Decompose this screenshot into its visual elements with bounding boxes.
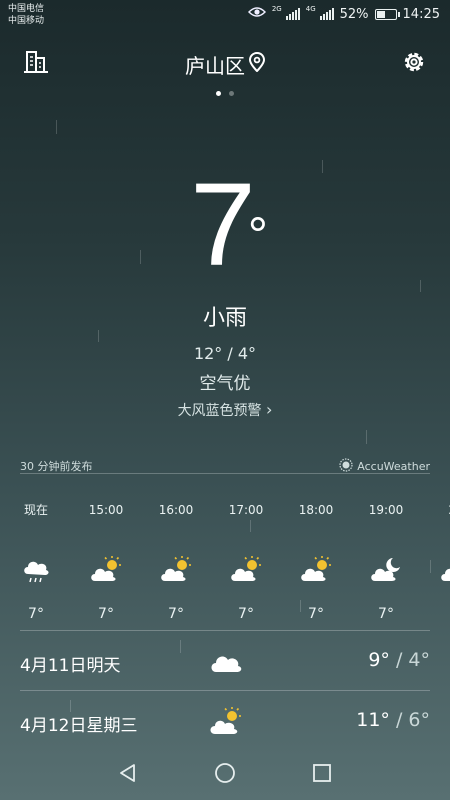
location-name: 庐山区: [185, 54, 245, 78]
clock: 14:25: [402, 6, 440, 22]
home-button[interactable]: [210, 760, 240, 790]
rain-streak: [56, 120, 57, 134]
top-bar: 庐山区: [0, 44, 450, 84]
location-title[interactable]: 庐山区: [0, 50, 450, 79]
settings-button[interactable]: [398, 48, 430, 80]
daily-day: 4月12日星期三: [20, 716, 138, 736]
hour-item: 18:00 7°: [286, 500, 346, 620]
current-temperature: 7°: [0, 160, 450, 290]
alert-text: 大风蓝色预警: [177, 403, 262, 419]
provider-name: AccuWeather: [357, 460, 430, 473]
hour-time: 19:00: [368, 503, 404, 517]
hour-temp: 7°: [28, 606, 44, 620]
back-button[interactable]: [113, 760, 143, 790]
daily-low: 6°: [408, 709, 430, 731]
partly-sunny-icon: [146, 550, 206, 590]
status-icons: 2G 4G 52% 14:25: [247, 5, 440, 22]
partly-sunny-icon: [216, 550, 276, 590]
page-dot-active: [216, 91, 221, 96]
daily-low: 4°: [408, 649, 430, 671]
hour-time: 20: [426, 500, 450, 520]
hour-temp: 7°: [308, 606, 324, 620]
daily-day: 4月11日明天: [20, 656, 121, 676]
recents-button[interactable]: [307, 760, 337, 790]
daily-high: 11°: [356, 709, 390, 731]
network-type-1: 2G: [271, 5, 282, 13]
degree-symbol: °: [247, 207, 268, 263]
rain-streak: [366, 430, 367, 444]
network-type-2: 4G: [305, 5, 316, 13]
hour-temp: 7°: [238, 606, 254, 620]
page-dot: [229, 91, 234, 96]
hourly-header: 30 分钟前发布 AccuWeather: [20, 456, 430, 474]
back-icon: [118, 763, 138, 787]
temperature-value: 7: [190, 159, 256, 291]
hour-item: 现在 7°: [6, 500, 66, 620]
carrier-info: 中国电信 中国移动: [8, 3, 44, 27]
location-pin-icon: [248, 51, 266, 77]
hour-time: 现在: [23, 503, 48, 517]
hour-item: 16:00 7°: [146, 500, 206, 620]
home-icon: [214, 762, 236, 788]
battery-icon: [374, 8, 400, 20]
hour-time: 16:00: [158, 503, 194, 517]
hourly-forecast[interactable]: 现在 7° 15:00 7° 16:00 7° 17:00 7° 18:00 7…: [0, 500, 450, 620]
partly-sunny-icon: [76, 550, 136, 590]
carrier-2: 中国移动: [8, 16, 45, 26]
hour-item: 19:00 7°: [356, 500, 416, 620]
weather-alert-link[interactable]: 大风蓝色预警 ›: [0, 400, 450, 420]
hour-temp: 7°: [168, 606, 184, 620]
battery-percent: 52%: [339, 6, 369, 22]
partly-moon-icon: [356, 550, 416, 590]
sun-logo-icon: [339, 458, 353, 475]
gear-icon: [401, 49, 427, 79]
hour-item: 20: [426, 500, 450, 606]
carrier-1: 中国电信: [8, 4, 45, 14]
recents-icon: [312, 763, 332, 787]
battery-level: [376, 10, 386, 18]
low-temp: 4°: [237, 344, 257, 363]
hour-item: 17:00 7°: [216, 500, 276, 620]
hour-time: 17:00: [228, 503, 264, 517]
partly-sunny-icon: [426, 550, 450, 590]
hour-temp: 7°: [98, 606, 114, 620]
hour-temp: 7°: [378, 606, 394, 620]
published-time: 30 分钟前发布: [20, 460, 93, 473]
daily-row[interactable]: 4月12日星期三 11° / 6°: [20, 690, 430, 750]
system-nav-bar: [0, 750, 450, 800]
daily-range: 11° / 6°: [356, 709, 430, 731]
status-bar: 中国电信 中国移动 2G 4G 52% 14:25: [0, 0, 450, 30]
daily-separator: /: [389, 709, 409, 731]
daily-row[interactable]: 4月11日明天 9° / 4°: [20, 630, 430, 690]
cloud-icon: [206, 645, 246, 677]
signal-icon: [285, 8, 300, 20]
range-separator: /: [222, 344, 238, 363]
provider-link[interactable]: AccuWeather: [339, 458, 430, 475]
page-indicator: [0, 91, 450, 96]
signal-icon: [319, 8, 334, 20]
daily-range: 9° / 4°: [368, 649, 430, 671]
air-quality[interactable]: 空气优: [0, 369, 450, 394]
eye-icon: [247, 6, 266, 22]
daily-high: 9°: [368, 649, 390, 671]
partly-sunny-icon: [286, 550, 346, 590]
hour-item: 15:00 7°: [76, 500, 136, 620]
hour-time: 18:00: [298, 503, 334, 517]
daily-separator: /: [389, 649, 409, 671]
cloud-rain-icon: [6, 550, 66, 590]
weather-condition: 小雨: [202, 306, 247, 331]
partly-sunny-icon: [206, 705, 246, 737]
temperature-range: 12° / 4°: [0, 344, 450, 363]
high-temp: 12°: [193, 344, 223, 363]
chevron-right-icon: ›: [266, 400, 273, 419]
hour-time: 15:00: [88, 503, 124, 517]
